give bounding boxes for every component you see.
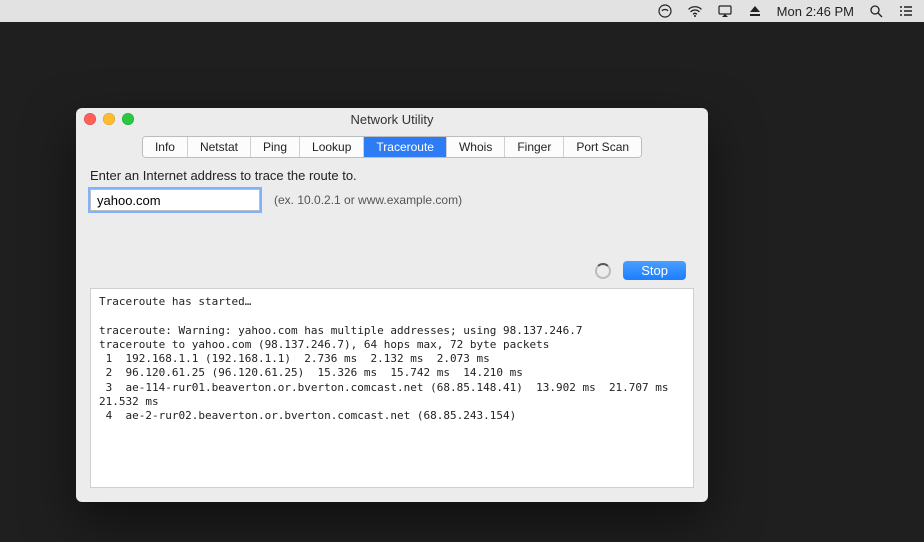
spinner-icon [595, 263, 611, 279]
network-utility-window: Network Utility Info Netstat Ping Lookup… [76, 108, 708, 502]
titlebar[interactable]: Network Utility [76, 108, 708, 130]
close-icon[interactable] [84, 113, 96, 125]
tab-traceroute[interactable]: Traceroute [364, 137, 447, 157]
tab-portscan[interactable]: Port Scan [564, 137, 641, 157]
tab-finger[interactable]: Finger [505, 137, 564, 157]
output-area[interactable]: Traceroute has started… traceroute: Warn… [90, 288, 694, 488]
cloud-icon[interactable] [657, 3, 673, 19]
zoom-icon[interactable] [122, 113, 134, 125]
prompt-label: Enter an Internet address to trace the r… [90, 168, 694, 183]
window-title: Network Utility [350, 112, 433, 127]
menubar: Mon 2:46 PM [0, 0, 924, 22]
content-area: Enter an Internet address to trace the r… [76, 168, 708, 502]
tab-lookup[interactable]: Lookup [300, 137, 364, 157]
input-hint: (ex. 10.0.2.1 or www.example.com) [274, 193, 462, 207]
desktop: Network Utility Info Netstat Ping Lookup… [0, 22, 924, 542]
tab-whois[interactable]: Whois [447, 137, 505, 157]
action-row: Stop [98, 261, 686, 280]
airplay-icon[interactable] [717, 3, 733, 19]
tab-netstat[interactable]: Netstat [188, 137, 251, 157]
wifi-icon[interactable] [687, 3, 703, 19]
stop-button[interactable]: Stop [623, 261, 686, 280]
tab-info[interactable]: Info [143, 137, 188, 157]
input-row: (ex. 10.0.2.1 or www.example.com) [90, 189, 694, 211]
clock[interactable]: Mon 2:46 PM [777, 4, 854, 19]
tab-ping[interactable]: Ping [251, 137, 300, 157]
minimize-icon[interactable] [103, 113, 115, 125]
tabbar: Info Netstat Ping Lookup Traceroute Whoi… [76, 130, 708, 168]
search-icon[interactable] [868, 3, 884, 19]
eject-icon[interactable] [747, 3, 763, 19]
list-icon[interactable] [898, 3, 914, 19]
address-input[interactable] [90, 189, 260, 211]
tab-segment: Info Netstat Ping Lookup Traceroute Whoi… [142, 136, 642, 158]
